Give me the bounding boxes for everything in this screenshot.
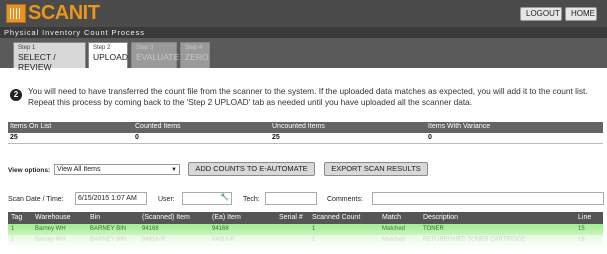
- tab-step-3-evaluate: Step 3 EVALUATE: [131, 42, 180, 68]
- view-options-label: View options:: [8, 167, 51, 174]
- column-header-bin[interactable]: Bin: [90, 214, 100, 221]
- cell-tag: 1: [11, 226, 15, 232]
- cell-match: Matched: [382, 237, 406, 243]
- scanit-logo: SCANIT: [6, 2, 100, 24]
- step-tabs: Step 1 SELECT / REVIEW Step 2 UPLOAD Ste…: [0, 38, 607, 72]
- view-options-select[interactable]: View All Items ▼: [54, 164, 180, 175]
- grid-header-row: Tag Warehouse Bin (Scanned) Item (Ea) It…: [8, 212, 603, 224]
- column-header-ea-item[interactable]: (Ea) Item: [212, 214, 241, 221]
- user-label: User:: [158, 196, 175, 203]
- wrench-icon[interactable]: 🔧: [220, 194, 229, 202]
- column-header-line[interactable]: Line: [578, 214, 591, 221]
- chevron-down-icon: ▼: [171, 167, 177, 173]
- cell-bin: BARNEY BIN: [90, 226, 127, 232]
- tab-step-4-zero: Step 4 ZERO: [180, 42, 210, 68]
- table-row[interactable]: 1 Barney WH BARNEY BIN 94168 94168 1 Mat…: [8, 224, 603, 235]
- cell-warehouse: Barney WH: [35, 226, 66, 232]
- comments-label: Comments:: [327, 196, 363, 203]
- summary-header-items-on-list: Items On List: [10, 123, 52, 130]
- comments-field[interactable]: [372, 192, 604, 205]
- tab-name-label: EVALUATE: [136, 52, 180, 62]
- summary-value-counted-items: 0: [135, 134, 139, 141]
- logout-button[interactable]: LOGOUT: [520, 7, 562, 21]
- summary-value-items-on-list: 25: [10, 134, 18, 141]
- summary-value-items-with-variance: 0: [428, 134, 432, 141]
- cell-scanned-item: 94168: [142, 226, 159, 232]
- summary-header-row: Items On List Counted Items Uncounted It…: [8, 122, 603, 133]
- cell-line: 15: [578, 226, 585, 232]
- cell-match: Matched: [382, 226, 406, 232]
- tab-step-label: Step 1: [18, 45, 36, 51]
- cell-ea-item: 94168: [212, 226, 229, 232]
- barcode-logo-icon: [6, 4, 26, 23]
- scan-date-label: Scan Date / Time:: [8, 196, 64, 203]
- logo-text: SCANIT: [28, 2, 100, 24]
- column-header-serial[interactable]: Serial #: [279, 214, 303, 221]
- instructions-text: You will need to have transferred the co…: [28, 86, 588, 107]
- subtitle-bar: Physical Inventory Count Process: [0, 27, 607, 38]
- cell-tag: 1: [11, 237, 15, 243]
- tab-step-label: Step 4: [185, 45, 203, 51]
- summary-table: Items On List Counted Items Uncounted It…: [8, 122, 603, 144]
- scan-date-field[interactable]: 6/15/2015 1:07 AM: [75, 192, 147, 205]
- tab-step-1-select-review[interactable]: Step 1 SELECT / REVIEW: [13, 42, 86, 72]
- column-header-description[interactable]: Description: [423, 214, 458, 221]
- cell-scanned-item: 94816-R: [142, 237, 166, 243]
- cell-ea-item: 94816-R: [212, 237, 236, 243]
- view-options-selected: View All Items: [57, 166, 101, 173]
- summary-header-items-with-variance: Items With Variance: [428, 123, 491, 130]
- tech-label: Tech:: [243, 196, 260, 203]
- tab-step-label: Step 3: [136, 45, 154, 51]
- cell-warehouse: Barney WH: [35, 237, 66, 243]
- summary-header-counted-items: Counted Items: [135, 123, 181, 130]
- tab-step-label: Step 2: [93, 45, 111, 51]
- tech-field[interactable]: [265, 192, 317, 205]
- summary-values-row: 25 0 25 0: [8, 133, 603, 144]
- column-header-scanned-count[interactable]: Scanned Count: [312, 214, 360, 221]
- home-button[interactable]: HOME: [565, 7, 597, 21]
- user-field[interactable]: 🔧: [182, 192, 232, 205]
- cell-description: REFURBISHED TONER CARTRIDGE: [423, 237, 526, 243]
- page-subtitle: Physical Inventory Count Process: [4, 28, 145, 37]
- cell-scanned-count: 1: [312, 226, 316, 232]
- column-header-warehouse[interactable]: Warehouse: [35, 214, 71, 221]
- add-counts-button[interactable]: ADD COUNTS TO E-AUTOMATE: [188, 162, 315, 176]
- export-scan-results-button[interactable]: EXPORT SCAN RESULTS: [324, 162, 428, 176]
- tab-step-2-upload[interactable]: Step 2 UPLOAD: [88, 42, 128, 68]
- cell-scanned-count: 1: [312, 237, 316, 243]
- table-row[interactable]: 1 Barney WH BARNEY BIN 94816-R 94816-R 1…: [8, 235, 603, 246]
- tab-name-label: ZERO: [185, 52, 209, 62]
- app-header: SCANIT LOGOUT HOME: [0, 0, 607, 27]
- column-header-tag[interactable]: Tag: [11, 214, 22, 221]
- cell-bin: BARNEY BIN: [90, 237, 127, 243]
- summary-value-uncounted-items: 25: [272, 134, 280, 141]
- step-number-badge: 2: [10, 89, 22, 101]
- cell-description: TONER: [423, 226, 444, 232]
- column-header-scanned-item[interactable]: (Scanned) Item: [142, 214, 190, 221]
- summary-header-uncounted-items: Uncounted Items: [272, 123, 325, 130]
- tab-name-label: SELECT / REVIEW: [18, 52, 56, 72]
- cell-line: 16: [578, 237, 585, 243]
- column-header-match[interactable]: Match: [382, 214, 401, 221]
- tab-name-label: UPLOAD: [93, 52, 128, 62]
